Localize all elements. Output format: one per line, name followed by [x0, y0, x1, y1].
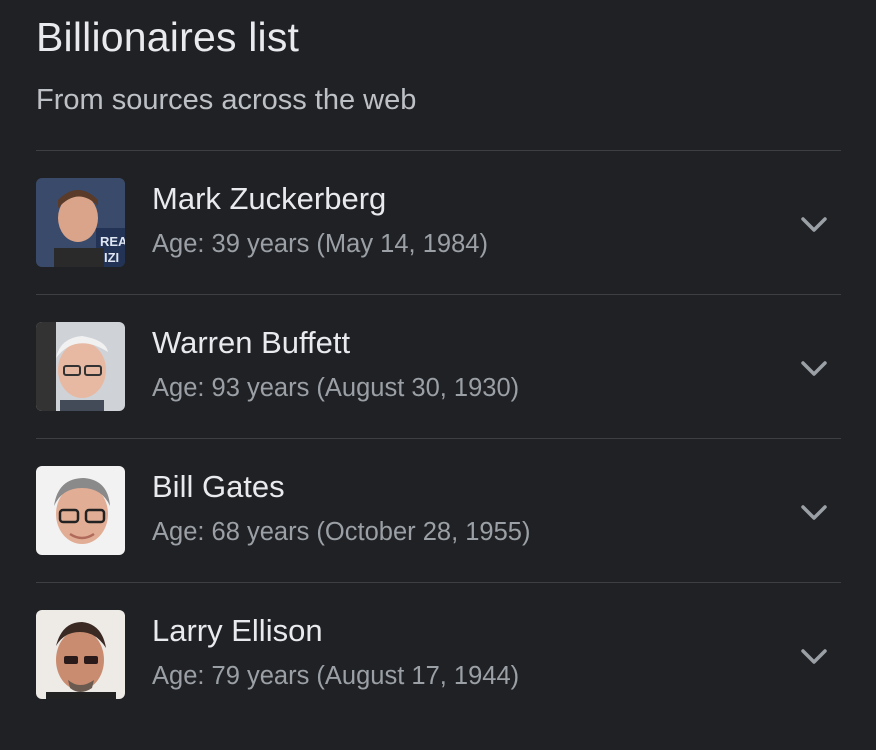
chevron-down-icon[interactable] [797, 207, 831, 241]
avatar [36, 322, 125, 411]
avatar-photo-placeholder [36, 322, 125, 411]
person-age-detail: Age: 93 years (August 30, 1930) [152, 374, 520, 402]
avatar: REA IZI [36, 178, 125, 267]
panel-subtitle: From sources across the web [36, 84, 417, 116]
person-name: Warren Buffett [152, 325, 351, 360]
panel-title: Billionaires list [36, 14, 300, 60]
avatar [36, 610, 125, 699]
avatar-photo-placeholder [36, 466, 125, 555]
list-item-larry-ellison[interactable]: Larry Ellison Age: 79 years (August 17, … [36, 582, 841, 726]
svg-text:IZI: IZI [104, 250, 119, 265]
avatar [36, 466, 125, 555]
list-item-mark-zuckerberg[interactable]: REA IZI Mark Zuckerberg Age: 39 years (M… [36, 150, 841, 294]
chevron-down-icon[interactable] [797, 351, 831, 385]
list-item-bill-gates[interactable]: Bill Gates Age: 68 years (October 28, 19… [36, 438, 841, 582]
chevron-down-icon[interactable] [797, 639, 831, 673]
avatar-photo-placeholder [36, 610, 125, 699]
person-name: Larry Ellison [152, 613, 323, 648]
person-name: Mark Zuckerberg [152, 181, 387, 216]
person-name: Bill Gates [152, 469, 285, 504]
svg-text:REA: REA [100, 234, 125, 249]
person-age-detail: Age: 68 years (October 28, 1955) [152, 518, 531, 546]
list-item-warren-buffett[interactable]: Warren Buffett Age: 93 years (August 30,… [36, 294, 841, 438]
billionaires-panel: Billionaires list From sources across th… [0, 0, 876, 750]
chevron-down-icon[interactable] [797, 495, 831, 529]
person-age-detail: Age: 39 years (May 14, 1984) [152, 230, 488, 258]
avatar-photo-placeholder: REA IZI [36, 178, 125, 267]
person-age-detail: Age: 79 years (August 17, 1944) [152, 662, 520, 690]
billionaires-list: REA IZI Mark Zuckerberg Age: 39 years (M… [36, 150, 841, 726]
